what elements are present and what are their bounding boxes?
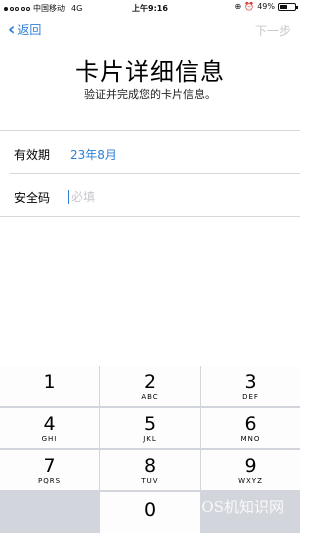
chevron-left-icon: ‹ [8,18,16,40]
back-label: 返回 [17,23,42,37]
back-button[interactable]: ‹ 返回 [8,18,42,40]
page-title: 卡片详细信息 [75,58,225,86]
key-6[interactable]: 6 MNO [201,408,300,448]
key-1[interactable]: 1 [0,366,99,406]
expiry-field[interactable]: 23年8月 [70,146,117,163]
lock-rotation-icon: ⊕ [234,2,242,11]
key-5[interactable]: 5 JKL [100,408,200,448]
battery-icon [278,2,298,11]
battery-percent: 49% [257,2,275,11]
alarm-icon: ⏰ [244,2,255,11]
key-4[interactable]: 4 GHI [0,408,99,448]
divider [0,130,300,131]
key-8[interactable]: 8 TUV [100,450,200,490]
next-button[interactable]: 下一步 [255,22,291,39]
divider [10,173,300,174]
key-9[interactable]: 9 WXYZ [201,450,300,490]
cvv-input[interactable]: 必填 [68,188,95,205]
expiry-label: 有效期 [14,148,51,162]
text-caret [68,189,69,204]
navigation-bar: ‹ 返回 下一步 [0,16,300,44]
watermark-text: OS机知识网 [201,498,284,516]
cvv-label: 安全码 [14,191,51,205]
key-0[interactable]: 0 [100,492,200,533]
page-subtitle: 验证并完成您的卡片信息。 [84,88,216,101]
divider [0,216,300,217]
status-bar: 中国移动 4G 上午9:16 ⊕ ⏰ 49% [0,0,300,16]
cvv-placeholder: 必填 [71,190,96,204]
key-2[interactable]: 2 ABC [100,366,200,406]
key-7[interactable]: 7 PQRS [0,450,99,490]
key-3[interactable]: 3 DEF [201,366,300,406]
status-right: ⊕ ⏰ 49% [234,2,298,11]
